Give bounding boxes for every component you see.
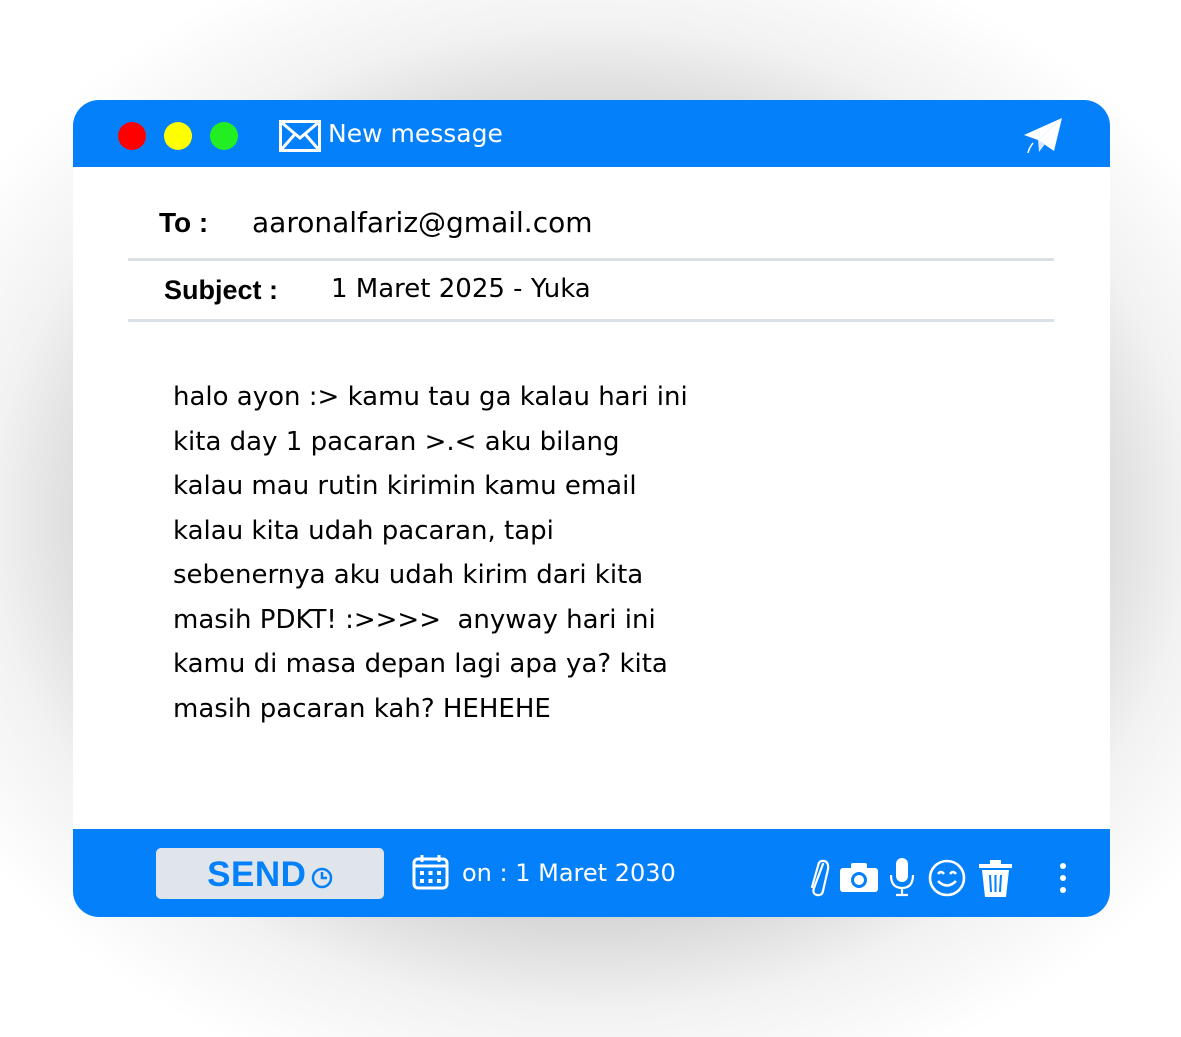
- divider: [128, 319, 1054, 322]
- schedule-date[interactable]: on : 1 Maret 2030: [462, 859, 676, 887]
- divider: [128, 258, 1054, 261]
- paper-plane-icon[interactable]: [1023, 117, 1063, 155]
- message-body[interactable]: halo ayon :> kamu tau ga kalau hari ini …: [173, 375, 753, 731]
- send-label: SEND: [207, 855, 307, 894]
- subject-label: Subject :: [164, 275, 279, 305]
- maximize-window-button[interactable]: [210, 122, 238, 150]
- message-line: sebenernya aku udah kirim dari kita: [173, 560, 644, 590]
- message-line: halo ayon :> kamu tau ga kalau hari ini: [173, 382, 688, 412]
- message-line: kalau mau rutin kirimin kamu email: [173, 471, 637, 501]
- message-line: kamu di masa depan lagi apa ya? kita: [173, 649, 668, 679]
- compose-window: New message To : aaronalfariz@gmail.com …: [73, 100, 1110, 917]
- to-label: To :: [159, 207, 209, 238]
- mail-icon: [279, 120, 321, 152]
- more-options-icon[interactable]: [1055, 862, 1071, 894]
- title-bar: New message: [73, 100, 1110, 167]
- message-line: kita day 1 pacaran >.< aku bilang: [173, 426, 620, 457]
- message-line: masih pacaran kah? HEHEHE: [173, 693, 551, 724]
- subject-field[interactable]: 1 Maret 2025 - Yuka: [331, 274, 591, 304]
- minimize-window-button[interactable]: [164, 122, 192, 150]
- microphone-icon[interactable]: [888, 857, 916, 897]
- trash-icon[interactable]: [978, 860, 1013, 898]
- message-line: kalau kita udah pacaran, tapi: [173, 515, 554, 546]
- paperclip-icon[interactable]: [808, 857, 830, 897]
- window-title: New message: [328, 119, 503, 148]
- calendar-icon[interactable]: [412, 854, 449, 890]
- emoji-icon[interactable]: [927, 858, 967, 898]
- close-window-button[interactable]: [118, 122, 146, 150]
- compose-toolbar: SEND on : 1 Maret 2030: [73, 829, 1110, 917]
- send-button[interactable]: SEND: [156, 848, 384, 899]
- clock-icon: [311, 867, 333, 889]
- message-line: masih PDKT! :>>>> anyway hari ini: [173, 604, 656, 635]
- to-field[interactable]: aaronalfariz@gmail.com: [252, 206, 593, 239]
- camera-icon[interactable]: [839, 861, 879, 893]
